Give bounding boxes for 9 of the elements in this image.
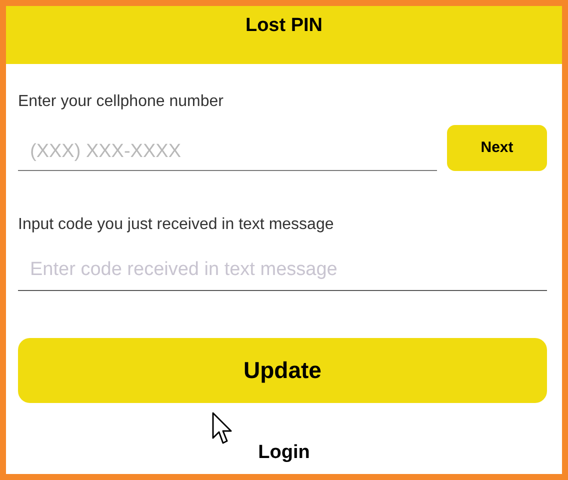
next-button[interactable]: Next [447,125,547,171]
page-title: Lost PIN [245,14,323,38]
field-label: Input code you just received in text message [18,215,335,235]
code-input-field[interactable]: Enter code received in text message [18,249,547,291]
login-link[interactable]: Login [258,439,310,468]
update-button[interactable]: Update [18,338,547,403]
phone-input-field[interactable]: (XXX) XXX-XXXX [18,133,437,171]
cursor-icon [211,412,233,445]
field-label: Enter your cellphone number [18,92,224,112]
